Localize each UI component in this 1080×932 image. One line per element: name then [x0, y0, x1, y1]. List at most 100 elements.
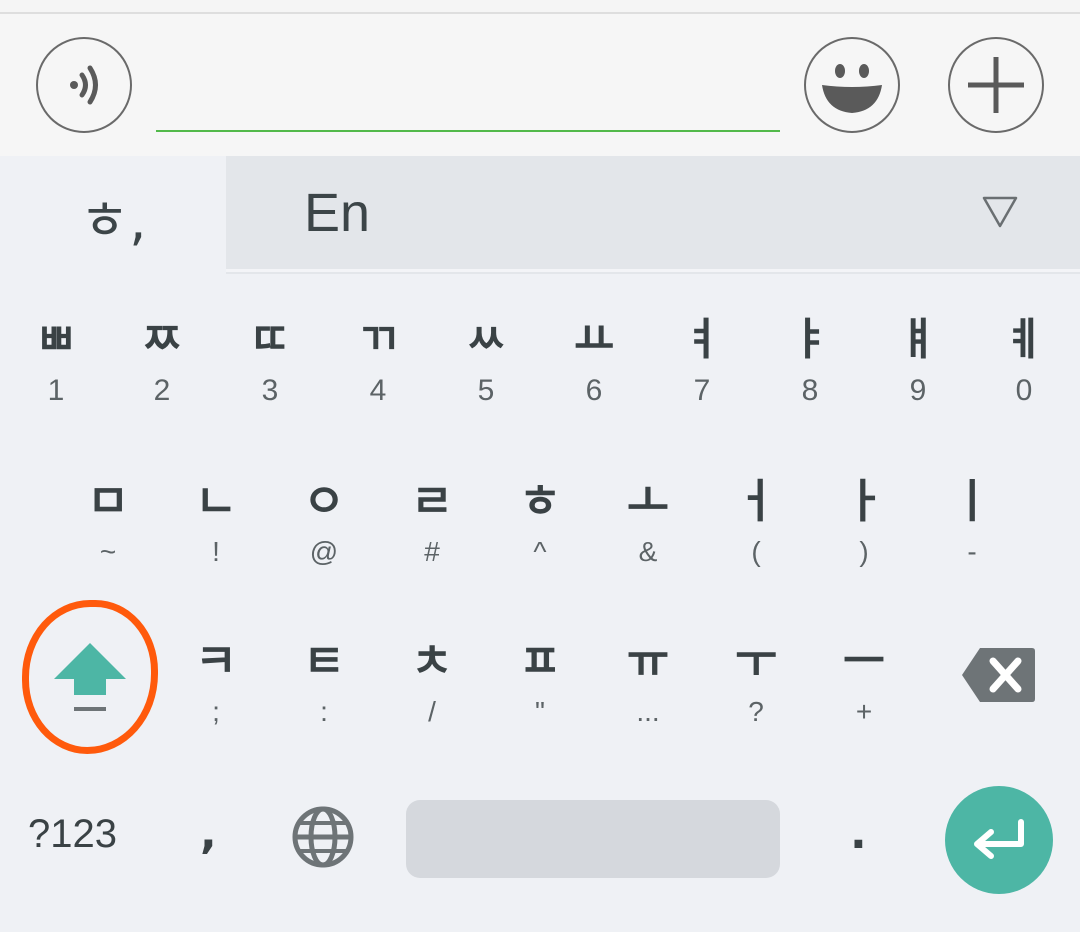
key[interactable]: ㅜ?	[702, 620, 810, 770]
key[interactable]: ㅃ1	[2, 300, 110, 450]
key-main: ㅓ	[734, 474, 778, 528]
key[interactable]: ㄸ3	[216, 300, 324, 450]
key-main: ㅊ	[410, 634, 454, 688]
key[interactable]: ㅉ2	[108, 300, 216, 450]
key-sub: 5	[477, 374, 495, 407]
symbols-key[interactable]: ?123	[28, 812, 117, 857]
key-sub: ~	[99, 536, 117, 567]
key[interactable]: ㅎ ^	[486, 460, 594, 610]
key-sub: ^	[533, 536, 547, 567]
key-main: ㅉ	[141, 314, 183, 365]
key[interactable]: ㄹ #	[378, 460, 486, 610]
key-main: ㄹ	[410, 474, 454, 528]
key-main: ㅕ	[681, 314, 723, 365]
key-main: ㅃ	[35, 314, 77, 365]
message-input[interactable]	[156, 54, 780, 132]
key-sub: ?	[748, 696, 764, 727]
key-sub: -	[967, 536, 977, 567]
key-sub: 9	[909, 374, 927, 407]
key-sub: &	[638, 536, 658, 567]
key[interactable]: ㄲ4	[324, 300, 432, 450]
enter-icon	[974, 819, 1024, 859]
korean-language-label: ㅎ,	[79, 188, 147, 252]
key-sub: 7	[693, 374, 711, 407]
key-main: ㅆ	[465, 314, 507, 365]
emoji-button[interactable]	[804, 37, 900, 133]
key-sub: ...	[636, 696, 660, 727]
key-sub: /	[428, 696, 436, 727]
key-sub: @	[309, 536, 339, 567]
key-sub: 8	[801, 374, 819, 407]
english-language-tab[interactable]: En	[226, 156, 1080, 272]
key-main: ㅇ	[302, 474, 346, 528]
key[interactable]: ㅍ "	[486, 620, 594, 770]
key-main: ㅏ	[842, 474, 886, 528]
key-sub: 2	[153, 374, 171, 407]
language-switch-key[interactable]	[290, 804, 356, 874]
key[interactable]: ㄴ!	[162, 460, 270, 610]
key[interactable]: ㅡ +	[810, 620, 918, 770]
english-language-label: En	[304, 183, 371, 243]
key-sub: 0	[1015, 374, 1033, 407]
shift-key[interactable]	[22, 600, 158, 754]
comma-key[interactable]: ,	[200, 808, 217, 859]
triangle-down-icon[interactable]	[982, 196, 1018, 228]
key-main: ㅍ	[518, 634, 562, 688]
key-main: ㅛ	[573, 314, 615, 365]
key-main: ㅠ	[626, 634, 670, 688]
key-sub: :	[320, 696, 328, 727]
key-sub: 4	[369, 374, 387, 407]
key-sub: ;	[212, 696, 220, 727]
key[interactable]: ㅣ-	[918, 460, 1026, 610]
key-main: ㄲ	[357, 314, 399, 365]
key-main: ㅋ	[194, 634, 238, 688]
shift-arrow-icon	[54, 643, 126, 711]
key-sub: #	[424, 536, 440, 567]
status-strip	[0, 0, 1080, 14]
key[interactable]: ㅌ:	[270, 620, 378, 770]
language-bar: ㅎ, En	[0, 156, 1080, 274]
globe-icon	[292, 806, 354, 868]
key-main: ㅑ	[789, 314, 831, 365]
plus-icon	[968, 57, 1024, 113]
key-sub: )	[859, 536, 869, 567]
voice-message-icon	[70, 65, 98, 105]
key-main: ㅌ	[302, 634, 346, 688]
korean-language-tab[interactable]: ㅎ,	[0, 156, 226, 274]
key-main: ㅡ	[842, 634, 886, 688]
key-main: ㅖ	[1003, 314, 1045, 365]
key[interactable]: ㅠ...	[594, 620, 702, 770]
key-main: ㅁ	[86, 474, 130, 528]
backspace-key[interactable]	[960, 644, 1036, 710]
key[interactable]: ㅆ5	[432, 300, 540, 450]
key-main: ㅣ	[950, 474, 994, 528]
comma-key-label: ,	[200, 808, 217, 859]
space-key[interactable]	[406, 800, 780, 878]
key-sub: +	[855, 696, 873, 727]
attach-button[interactable]	[948, 37, 1044, 133]
key[interactable]: ㅏ)	[810, 460, 918, 610]
key[interactable]: ㅛ6	[540, 300, 648, 450]
key-main: ㅜ	[734, 634, 778, 688]
smiley-icon	[822, 64, 882, 113]
enter-key[interactable]	[945, 786, 1053, 894]
key[interactable]: ㅋ;	[162, 620, 270, 770]
key[interactable]: ㅓ(	[702, 460, 810, 610]
key-sub: (	[751, 536, 761, 567]
key-sub: 6	[585, 374, 603, 407]
key[interactable]: ㅊ /	[378, 620, 486, 770]
key[interactable]: ㅕ7	[648, 300, 756, 450]
key[interactable]: ㅖ0	[970, 300, 1078, 450]
key[interactable]: ㅇ @	[270, 460, 378, 610]
key[interactable]: ㅗ &	[594, 460, 702, 610]
key[interactable]: ㅒ9	[864, 300, 972, 450]
key-main: ㄴ	[194, 474, 238, 528]
voice-message-button[interactable]	[36, 37, 132, 133]
key-main: ㅗ	[626, 474, 670, 528]
key-main: ㅒ	[897, 314, 939, 365]
key[interactable]: ㅁ ~	[54, 460, 162, 610]
period-key[interactable]: .	[850, 808, 867, 859]
key-sub: 1	[47, 374, 65, 407]
period-key-label: .	[850, 808, 867, 859]
key[interactable]: ㅑ8	[756, 300, 864, 450]
